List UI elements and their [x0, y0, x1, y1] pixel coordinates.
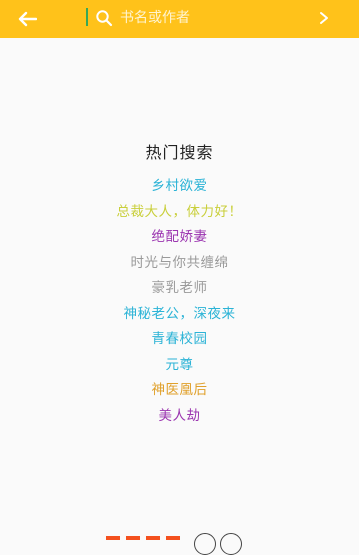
search-box[interactable]	[86, 6, 292, 30]
top-search-bar	[0, 0, 359, 38]
arrow-left-icon	[18, 11, 37, 27]
search-icon	[96, 10, 113, 27]
bottom-bar-block	[166, 536, 180, 540]
hot-search-item[interactable]: 时光与你共缠绵	[0, 251, 359, 277]
hot-search-item[interactable]: 青春校园	[0, 327, 359, 353]
bottom-bar-block	[126, 536, 140, 540]
search-input[interactable]	[120, 6, 290, 30]
hot-search-item[interactable]: 神医凰后	[0, 378, 359, 404]
hot-search-list: 乡村欲爱 总裁大人，体力好！ 绝配娇妻 时光与你共缠绵 豪乳老师 神秘老公，深夜来 青春校园…	[0, 174, 359, 429]
text-cursor	[86, 8, 88, 26]
bottom-bar-fragment	[96, 533, 276, 555]
hot-search-item[interactable]: 乡村欲爱	[0, 174, 359, 200]
bottom-bar-circle	[194, 533, 216, 555]
bottom-bar-block	[106, 536, 120, 540]
hot-search-item[interactable]: 绝配娇妻	[0, 225, 359, 251]
bottom-bar-circle	[220, 533, 242, 555]
search-submit-button[interactable]	[310, 5, 338, 31]
hot-search-title: 热门搜索	[145, 143, 214, 162]
hot-search-item[interactable]: 豪乳老师	[0, 276, 359, 302]
hot-search-item[interactable]: 总裁大人，体力好！	[0, 200, 359, 226]
hot-search-item[interactable]: 元尊	[0, 353, 359, 379]
bottom-bar-block	[146, 536, 160, 540]
chevron-right-icon	[320, 12, 328, 24]
hot-search-item[interactable]: 神秘老公，深夜来	[0, 302, 359, 328]
back-button[interactable]	[10, 5, 44, 33]
hot-search-item[interactable]: 美人劫	[0, 404, 359, 430]
